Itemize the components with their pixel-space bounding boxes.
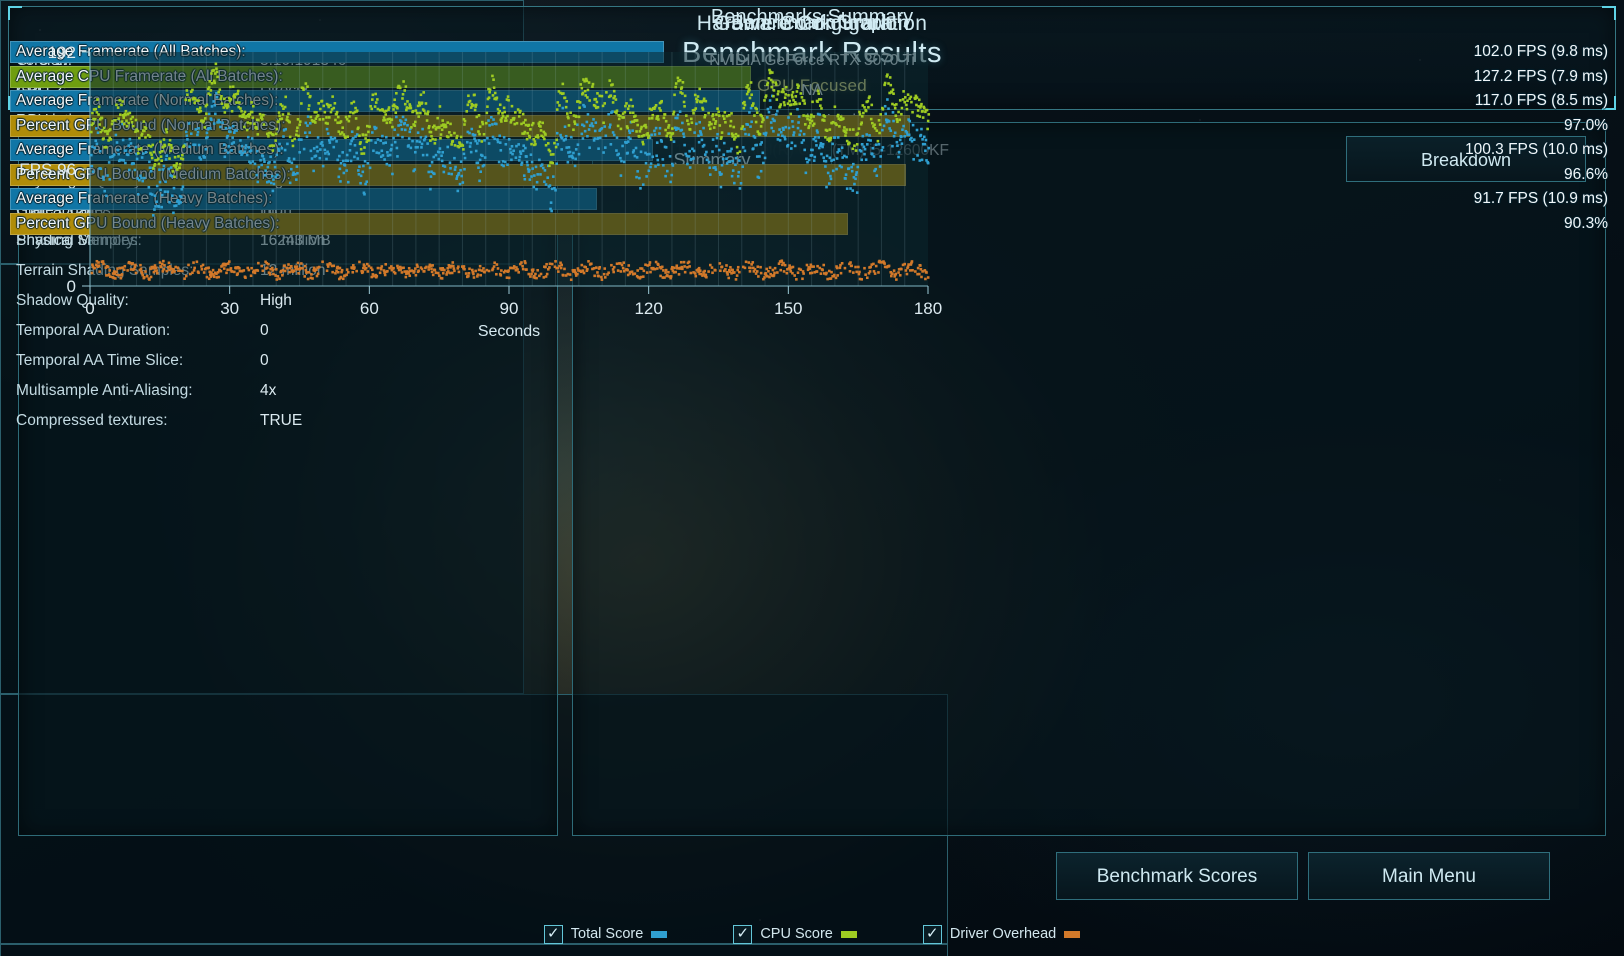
svg-text:30: 30 bbox=[220, 299, 239, 318]
scatter-plot-svg: 0 FPS 96 192 0 30 60 90 120 150 180 Seconds bbox=[19, 44, 942, 340]
checkbox-icon[interactable] bbox=[922, 924, 942, 944]
config-row-value: 4x bbox=[260, 382, 277, 399]
benchmark-scores-button[interactable]: Benchmark Scores bbox=[1056, 852, 1298, 900]
summary-bar-value: 91.7 FPS (10.9 ms) bbox=[1473, 190, 1608, 207]
summary-bar-value: 90.3% bbox=[1564, 214, 1608, 232]
svg-text:150: 150 bbox=[774, 299, 802, 318]
legend-color-swatch bbox=[840, 930, 857, 938]
main-menu-button[interactable]: Main Menu bbox=[1308, 852, 1550, 900]
legend-color-swatch bbox=[651, 930, 668, 938]
summary-bar-value: 96.6% bbox=[1564, 165, 1608, 183]
summary-bar-value: 97.0% bbox=[1564, 116, 1608, 134]
summary-bar-value: 102.0 FPS (9.8 ms) bbox=[1473, 43, 1608, 60]
config-row-value: TRUE bbox=[260, 412, 303, 429]
legend-item-label: Driver Overhead bbox=[949, 926, 1057, 942]
summary-bar-value: 100.3 FPS (10.0 ms) bbox=[1464, 141, 1608, 158]
legend-item-label: CPU Score bbox=[760, 926, 833, 942]
svg-text:180: 180 bbox=[914, 299, 942, 318]
config-row-value: 0 bbox=[260, 352, 269, 369]
svg-text:0: 0 bbox=[85, 299, 94, 318]
config-row-key: Multisample Anti-Aliasing: bbox=[16, 382, 193, 399]
config-row-key: Compressed textures: bbox=[16, 412, 168, 429]
benchmark-plot: 0 FPS 96 192 0 30 60 90 120 150 180 Seconds bbox=[0, 44, 948, 344]
legend-item-driver-overhead[interactable]: Driver Overhead bbox=[922, 924, 1081, 944]
checkbox-icon[interactable] bbox=[733, 924, 753, 944]
svg-text:FPS 96: FPS 96 bbox=[19, 160, 76, 179]
chart-legend: Total Score CPU Score Driver Overhead bbox=[0, 920, 1624, 948]
config-row-key: Temporal AA Time Slice: bbox=[16, 352, 184, 369]
benchmark-graph-title: Benchmark Graph bbox=[730, 12, 894, 34]
benchmark-results-screen: Benchmark Results GPU Focused Hardware C… bbox=[0, 0, 1624, 956]
legend-item-label: Total Score bbox=[570, 926, 644, 942]
svg-text:Seconds: Seconds bbox=[478, 323, 540, 340]
summary-bar-value: 127.2 FPS (7.9 ms) bbox=[1473, 67, 1608, 85]
svg-text:192: 192 bbox=[48, 44, 76, 62]
svg-text:120: 120 bbox=[634, 299, 662, 318]
legend-item-cpu-score[interactable]: CPU Score bbox=[733, 924, 857, 944]
benchmark-graph-panel: Benchmark Graph 0 FPS 96 192 0 30 60 90 120 150 1… bbox=[0, 12, 1081, 956]
svg-text:60: 60 bbox=[360, 299, 379, 318]
checkbox-icon[interactable] bbox=[543, 924, 563, 944]
legend-item-total-score[interactable]: Total Score bbox=[543, 924, 668, 944]
legend-color-swatch bbox=[1064, 930, 1081, 938]
summary-bar-value: 117.0 FPS (8.5 ms) bbox=[1474, 92, 1608, 109]
svg-text:90: 90 bbox=[500, 299, 519, 318]
svg-text:0: 0 bbox=[67, 277, 76, 296]
